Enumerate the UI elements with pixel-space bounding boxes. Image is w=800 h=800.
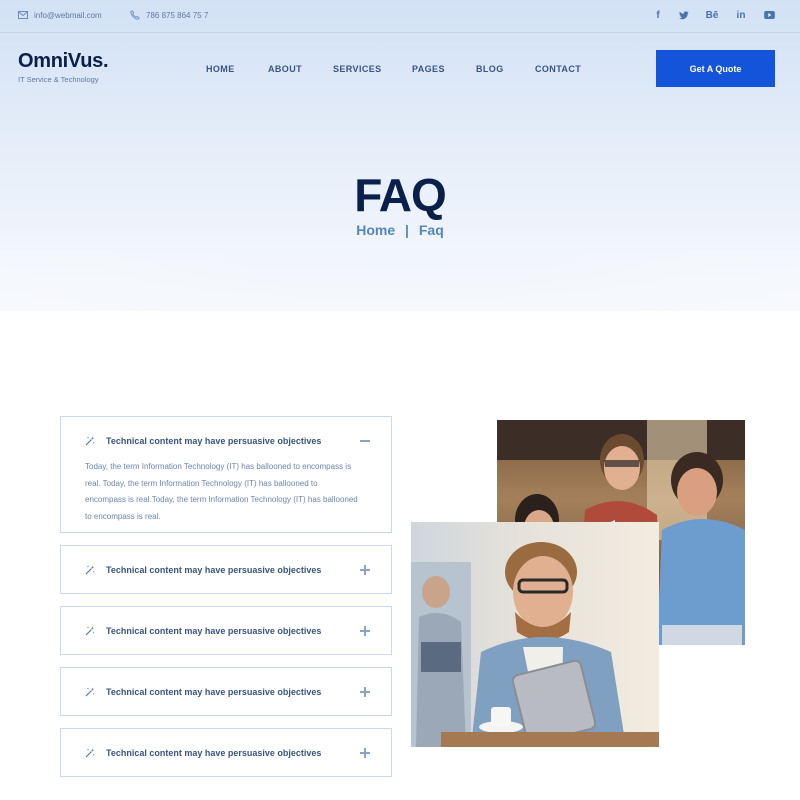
plus-icon[interactable]	[359, 564, 371, 576]
breadcrumb-separator: |	[405, 222, 409, 238]
page-title: FAQ	[354, 169, 447, 221]
faq-question: Technical content may have persuasive ob…	[106, 747, 322, 758]
page-header-banner	[0, 0, 800, 311]
breadcrumb-current: Faq	[418, 222, 444, 238]
faq-item[interactable]: Technical content may have persuasive ob…	[60, 416, 392, 533]
magic-wand-icon	[85, 565, 95, 574]
magic-wand-icon	[85, 748, 95, 757]
email-text: info@webmail.com	[34, 10, 102, 20]
envelope-icon	[18, 11, 28, 19]
faq-item[interactable]: Technical content may have persuasive ob…	[60, 606, 392, 655]
magic-wand-icon	[85, 436, 95, 446]
nav-contact[interactable]: CONTACT	[535, 64, 581, 74]
faq-answer-line: Today, the term Information Technology (…	[85, 462, 352, 471]
nav-home[interactable]: HOME	[206, 64, 235, 74]
phone-text: 786 875 864 75 7	[146, 10, 209, 20]
faq-answer-line: real. Today, the term Information Techno…	[85, 478, 318, 488]
magic-wand-icon	[85, 687, 95, 696]
linkedin-icon[interactable]: in	[735, 9, 747, 21]
contact-email[interactable]: info@webmail.com	[18, 10, 102, 20]
contact-phone[interactable]: 786 875 864 75 7	[130, 10, 208, 20]
brand-tagline: IT Service & Technology	[18, 75, 99, 84]
faq-answer-line: encompass is real.Today, the term Inform…	[85, 495, 358, 504]
behance-icon[interactable]: Bē	[705, 9, 719, 21]
faq-item[interactable]: Technical content may have persuasive ob…	[60, 667, 392, 716]
man-with-tablet-photo	[411, 522, 659, 747]
faq-item[interactable]: Technical content may have persuasive ob…	[60, 545, 392, 594]
faq-question: Technical content may have persuasive ob…	[106, 564, 322, 575]
social-links: f Bē in	[653, 9, 775, 21]
minus-icon[interactable]	[359, 435, 371, 447]
plus-icon[interactable]	[359, 625, 371, 637]
faq-answer-line: to encompass is real.	[85, 511, 161, 521]
nav-about[interactable]: ABOUT	[268, 64, 302, 74]
youtube-icon[interactable]	[763, 9, 775, 21]
nav-pages[interactable]: PAGES	[412, 64, 445, 74]
twitter-icon[interactable]	[679, 9, 689, 21]
breadcrumb-home[interactable]: Home	[356, 222, 395, 238]
facebook-icon[interactable]: f	[653, 9, 663, 21]
faq-question: Technical content may have persuasive ob…	[106, 436, 322, 446]
faq-question: Technical content may have persuasive ob…	[106, 686, 322, 697]
magic-wand-icon	[85, 626, 95, 635]
breadcrumb: Home | Faq	[0, 222, 800, 238]
top-bar: info@webmail.com 786 875 864 75 7 f Bē i…	[0, 0, 800, 33]
faq-question: Technical content may have persuasive ob…	[106, 625, 322, 636]
nav-services[interactable]: SERVICES	[333, 64, 382, 74]
get-a-quote-button[interactable]: Get A Quote	[656, 50, 775, 87]
nav-blog[interactable]: BLOG	[476, 64, 504, 74]
faq-answer: Today, the term Information Technology (…	[85, 459, 375, 525]
faq-item[interactable]: Technical content may have persuasive ob…	[60, 728, 392, 777]
plus-icon[interactable]	[359, 747, 371, 759]
phone-icon	[130, 10, 140, 20]
plus-icon[interactable]	[359, 686, 371, 698]
